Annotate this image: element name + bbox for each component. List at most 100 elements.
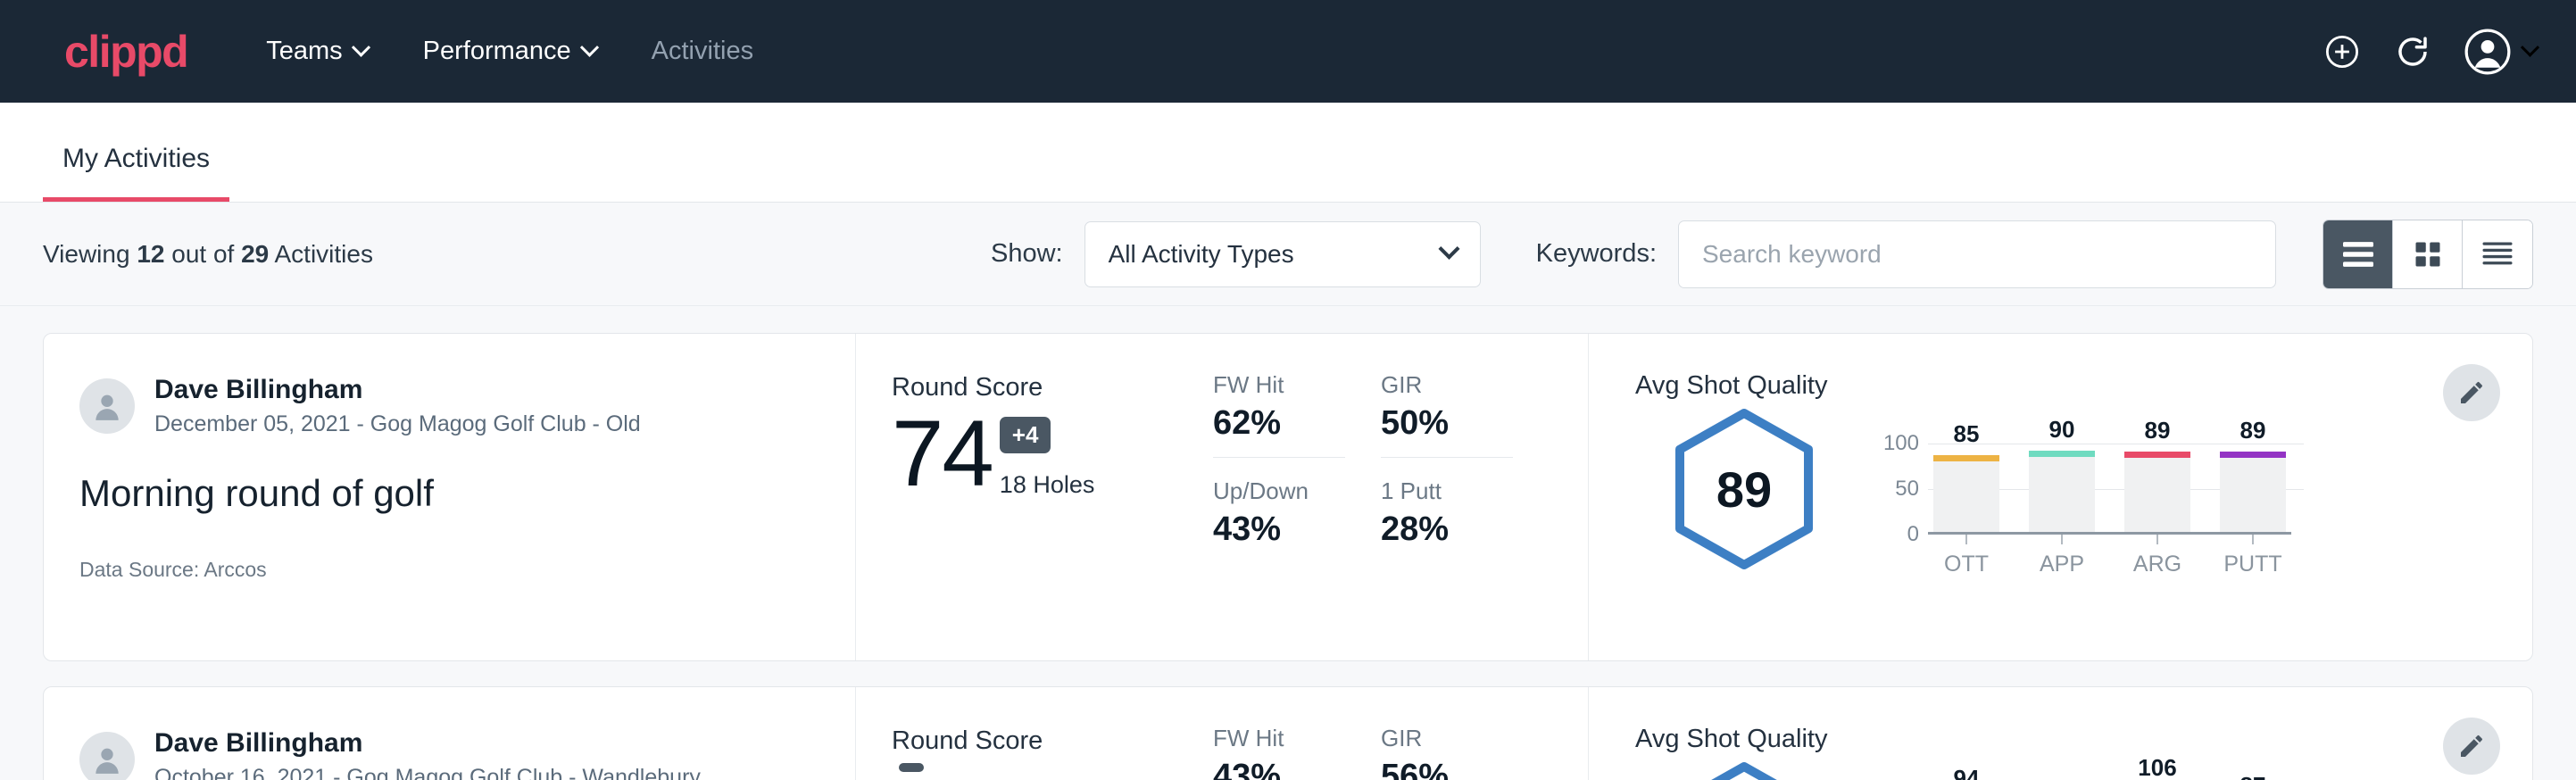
avg-shot-quality-label: Avg Shot Quality (1635, 725, 2532, 754)
view-mode-list-button[interactable] (2323, 220, 2393, 288)
activity-card[interactable]: Dave Billingham October 16, 2021 - Gog M… (43, 686, 2533, 780)
clippd-logo[interactable]: clippd (64, 26, 187, 78)
tab-my-activities[interactable]: My Activities (43, 144, 229, 202)
edit-activity-button[interactable] (2443, 364, 2500, 421)
round-score-label: Round Score (892, 726, 1213, 756)
view-mode-toggle (2323, 220, 2533, 289)
stat-value: 28% (1381, 510, 1513, 549)
chevron-down-icon (1438, 238, 1459, 260)
stat-value: 43% (1213, 758, 1345, 780)
chart-bar (2220, 452, 2286, 532)
chart-tick-mark (2061, 535, 2063, 544)
chart-plot-area: 05010085908989 (1873, 426, 2291, 535)
round-score-label: Round Score (892, 373, 1213, 402)
viewing-summary: Viewing 12 out of 29 Activities (43, 240, 373, 269)
list-view-icon (2343, 241, 2373, 268)
refresh-icon[interactable] (2394, 33, 2431, 71)
y-axis-tick-label: 50 (1895, 477, 1919, 502)
shot-quality-value (1669, 759, 1819, 780)
shot-quality-hexagon (1669, 759, 1819, 780)
pencil-icon (2457, 732, 2486, 760)
stat-value: 56% (1381, 758, 1513, 780)
edit-activity-button[interactable] (2443, 718, 2500, 775)
chart-bars: 85908989 (1928, 426, 2291, 535)
view-mode-grid-button[interactable] (2393, 220, 2463, 288)
account-menu[interactable] (2464, 29, 2537, 75)
shot-quality-chart: 050100948210687OTTAPPARGPUTT (1873, 759, 2291, 780)
nav-item-teams[interactable]: Teams (266, 37, 367, 66)
data-source: Data Source: Arccos (79, 558, 855, 582)
shot-quality-hexagon: 89 (1669, 406, 1819, 572)
show-label: Show: (991, 239, 1063, 269)
chart-tick-mark (2156, 535, 2158, 544)
grid-view-icon (2414, 241, 2441, 268)
chart-tick-mark (2252, 535, 2254, 544)
chart-x-tick-label: APP (2040, 552, 2084, 577)
activity-list: Dave Billingham December 05, 2021 - Gog … (0, 306, 2576, 780)
chart-x-tick-label: ARG (2133, 552, 2181, 577)
tab-bar: My Activities (0, 103, 2576, 203)
stat-up-down: Up/Down 43% (1213, 477, 1345, 563)
nav-item-performance[interactable]: Performance (423, 37, 596, 66)
player-header: Dave Billingham December 05, 2021 - Gog … (79, 373, 855, 438)
chart-x-tick: OTT (1933, 535, 1999, 577)
stat-label: 1 Putt (1381, 477, 1513, 505)
main-nav: Teams Performance Activities (266, 37, 753, 66)
viewing-total: 29 (241, 240, 269, 268)
nav-item-activities[interactable]: Activities (652, 37, 753, 66)
chart-bar-value-label: 82 (2029, 776, 2095, 780)
chart-x-axis: OTT APP ARG PUTT (1928, 535, 2291, 577)
stat-label: FW Hit (1213, 371, 1345, 399)
chart-bar-value-label: 85 (1933, 420, 1999, 448)
viewing-prefix: Viewing (43, 240, 137, 268)
player-name: Dave Billingham (154, 373, 641, 407)
search-input[interactable] (1678, 220, 2276, 288)
activity-summary: Dave Billingham December 05, 2021 - Gog … (44, 334, 856, 660)
account-avatar-icon (2464, 29, 2511, 75)
round-score-section: Round Score 74 +4 18 Holes (856, 334, 1213, 660)
chart-x-tick: ARG (2124, 535, 2190, 577)
nav-label-teams: Teams (266, 37, 342, 66)
chart-bar (2124, 452, 2190, 532)
stat-label: GIR (1381, 371, 1513, 399)
chevron-down-icon (2521, 38, 2539, 57)
round-stats: FW Hit 62% GIR 50% Up/Down 43% 1 Putt 28… (1213, 334, 1588, 660)
y-axis-tick-label: 100 (1883, 431, 1919, 456)
activity-meta: October 16, 2021 - Gog Magog Golf Club -… (154, 763, 701, 780)
view-mode-compact-button[interactable] (2463, 220, 2532, 288)
chart-x-tick: PUTT (2220, 535, 2286, 577)
viewing-mid: out of (164, 240, 241, 268)
stat-gir: GIR 56% (1381, 725, 1513, 780)
viewing-count: 12 (137, 240, 164, 268)
plus-circle-icon[interactable] (2323, 33, 2361, 71)
chart-x-tick-label: OTT (1944, 552, 1989, 577)
stat-gir: GIR 50% (1381, 371, 1513, 458)
avg-shot-quality-section: Avg Shot Quality 050100948210687OTTAPPAR… (1588, 687, 2532, 780)
chart-bar-value-label: 89 (2124, 417, 2190, 444)
chart-x-tick-label: PUTT (2223, 552, 2281, 577)
filter-bar: Viewing 12 out of 29 Activities Show: Al… (0, 203, 2576, 306)
chart-tick-mark (1965, 535, 1967, 544)
round-score-value: 74 (892, 410, 993, 499)
activity-title: Morning round of golf (79, 472, 855, 515)
chart-bar-value-label: 89 (2220, 417, 2286, 444)
score-differential-badge (899, 763, 924, 772)
shot-quality-value: 89 (1669, 406, 1819, 572)
stat-label: FW Hit (1213, 725, 1345, 752)
y-axis-tick-label: 0 (1907, 522, 1919, 547)
round-score-section: Round Score (856, 687, 1213, 780)
stat-label: Up/Down (1213, 477, 1345, 505)
stat-one-putt: 1 Putt 28% (1381, 477, 1513, 563)
activity-card[interactable]: Dave Billingham December 05, 2021 - Gog … (43, 333, 2533, 661)
activity-type-value: All Activity Types (1109, 240, 1442, 269)
avg-shot-quality-label: Avg Shot Quality (1635, 371, 2532, 401)
app-header: clippd Teams Performance Activities (0, 0, 2576, 103)
activity-summary: Dave Billingham October 16, 2021 - Gog M… (44, 687, 856, 780)
stat-value: 50% (1381, 404, 1513, 443)
holes-label: 18 Holes (1000, 471, 1095, 499)
chart-bar-value-label: 90 (2029, 416, 2095, 444)
round-stats: FW Hit 43% GIR 56% Up/Down 1 Putt (1213, 687, 1588, 780)
activity-type-select[interactable]: All Activity Types (1084, 221, 1481, 287)
header-actions (2323, 29, 2537, 75)
chart-x-tick: APP (2029, 535, 2095, 577)
